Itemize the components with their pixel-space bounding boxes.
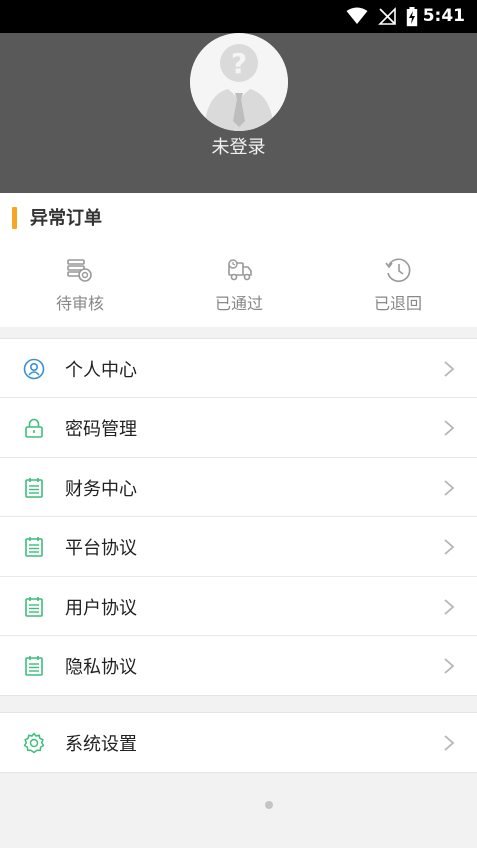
no-signal-icon (378, 7, 396, 25)
user-circle-icon (23, 358, 45, 380)
menu-item-label: 个人中心 (65, 360, 137, 381)
document-list-icon (25, 655, 43, 676)
menu-item-finance-center[interactable]: 财务中心 (0, 458, 477, 518)
chevron-right-icon (444, 658, 455, 674)
chevron-right-icon (444, 598, 455, 615)
login-status-text[interactable]: 未登录 (0, 133, 477, 159)
order-pending-review-label: 待审核 (55, 294, 104, 313)
menu-item-platform-agreement[interactable]: 平台协议 (0, 517, 477, 577)
order-approved-label: 已通过 (214, 294, 263, 313)
order-returned-label: 已退回 (373, 294, 422, 313)
chevron-right-icon (444, 420, 455, 437)
menu-item-label: 用户协议 (65, 597, 137, 619)
chevron-right-icon (444, 539, 455, 555)
status-bar: 5:41 (0, 0, 477, 33)
wifi-icon (346, 7, 368, 24)
section-accent-bar (12, 207, 17, 229)
system-menu-group: 系统设置 (0, 712, 477, 774)
menu-item-privacy-agreement[interactable]: 隐私协议 (0, 636, 477, 695)
battery-charging-icon (406, 7, 418, 27)
menu-item-label: 系统设置 (65, 734, 137, 755)
lock-icon (25, 419, 43, 439)
menu-item-label: 密码管理 (65, 419, 137, 441)
order-returned[interactable]: 已退回 (338, 255, 458, 314)
svg-text:?: ? (231, 47, 247, 80)
menu-item-user-agreement[interactable]: 用户协议 (0, 577, 477, 636)
coins-icon (67, 259, 92, 282)
menu-item-label: 财务中心 (65, 478, 137, 500)
question-avatar-icon: ? (190, 33, 288, 131)
order-approved[interactable]: 已通过 (179, 255, 299, 314)
chevron-right-icon (444, 480, 455, 496)
order-pending-review[interactable]: 待审核 (20, 255, 140, 314)
document-list-icon (25, 477, 43, 498)
section-title: 异常订单 (30, 208, 102, 229)
settings-menu-group: 个人中心 密码管理 财务中心 平台协议 用户协议 隐私协议 (0, 338, 477, 697)
document-list-icon (25, 596, 43, 617)
clock-time: 5:41 (422, 6, 465, 26)
page-indicator-dot (265, 801, 273, 809)
avatar[interactable]: ? (190, 33, 288, 131)
menu-item-password-management[interactable]: 密码管理 (0, 398, 477, 458)
chevron-right-icon (444, 361, 455, 377)
history-clock-icon (385, 258, 411, 282)
menu-item-label: 隐私协议 (65, 656, 137, 678)
menu-item-personal-center[interactable]: 个人中心 (0, 339, 477, 399)
document-list-icon (25, 537, 43, 557)
chevron-right-icon (444, 735, 455, 751)
menu-item-system-settings[interactable]: 系统设置 (0, 713, 477, 772)
delivery-truck-icon (228, 259, 252, 281)
profile-header: ? 未登录 (0, 33, 477, 193)
gear-icon (23, 732, 45, 754)
menu-item-label: 平台协议 (65, 538, 137, 560)
abnormal-orders-card: 异常订单 待审核 已通过 已退回 (0, 193, 477, 327)
